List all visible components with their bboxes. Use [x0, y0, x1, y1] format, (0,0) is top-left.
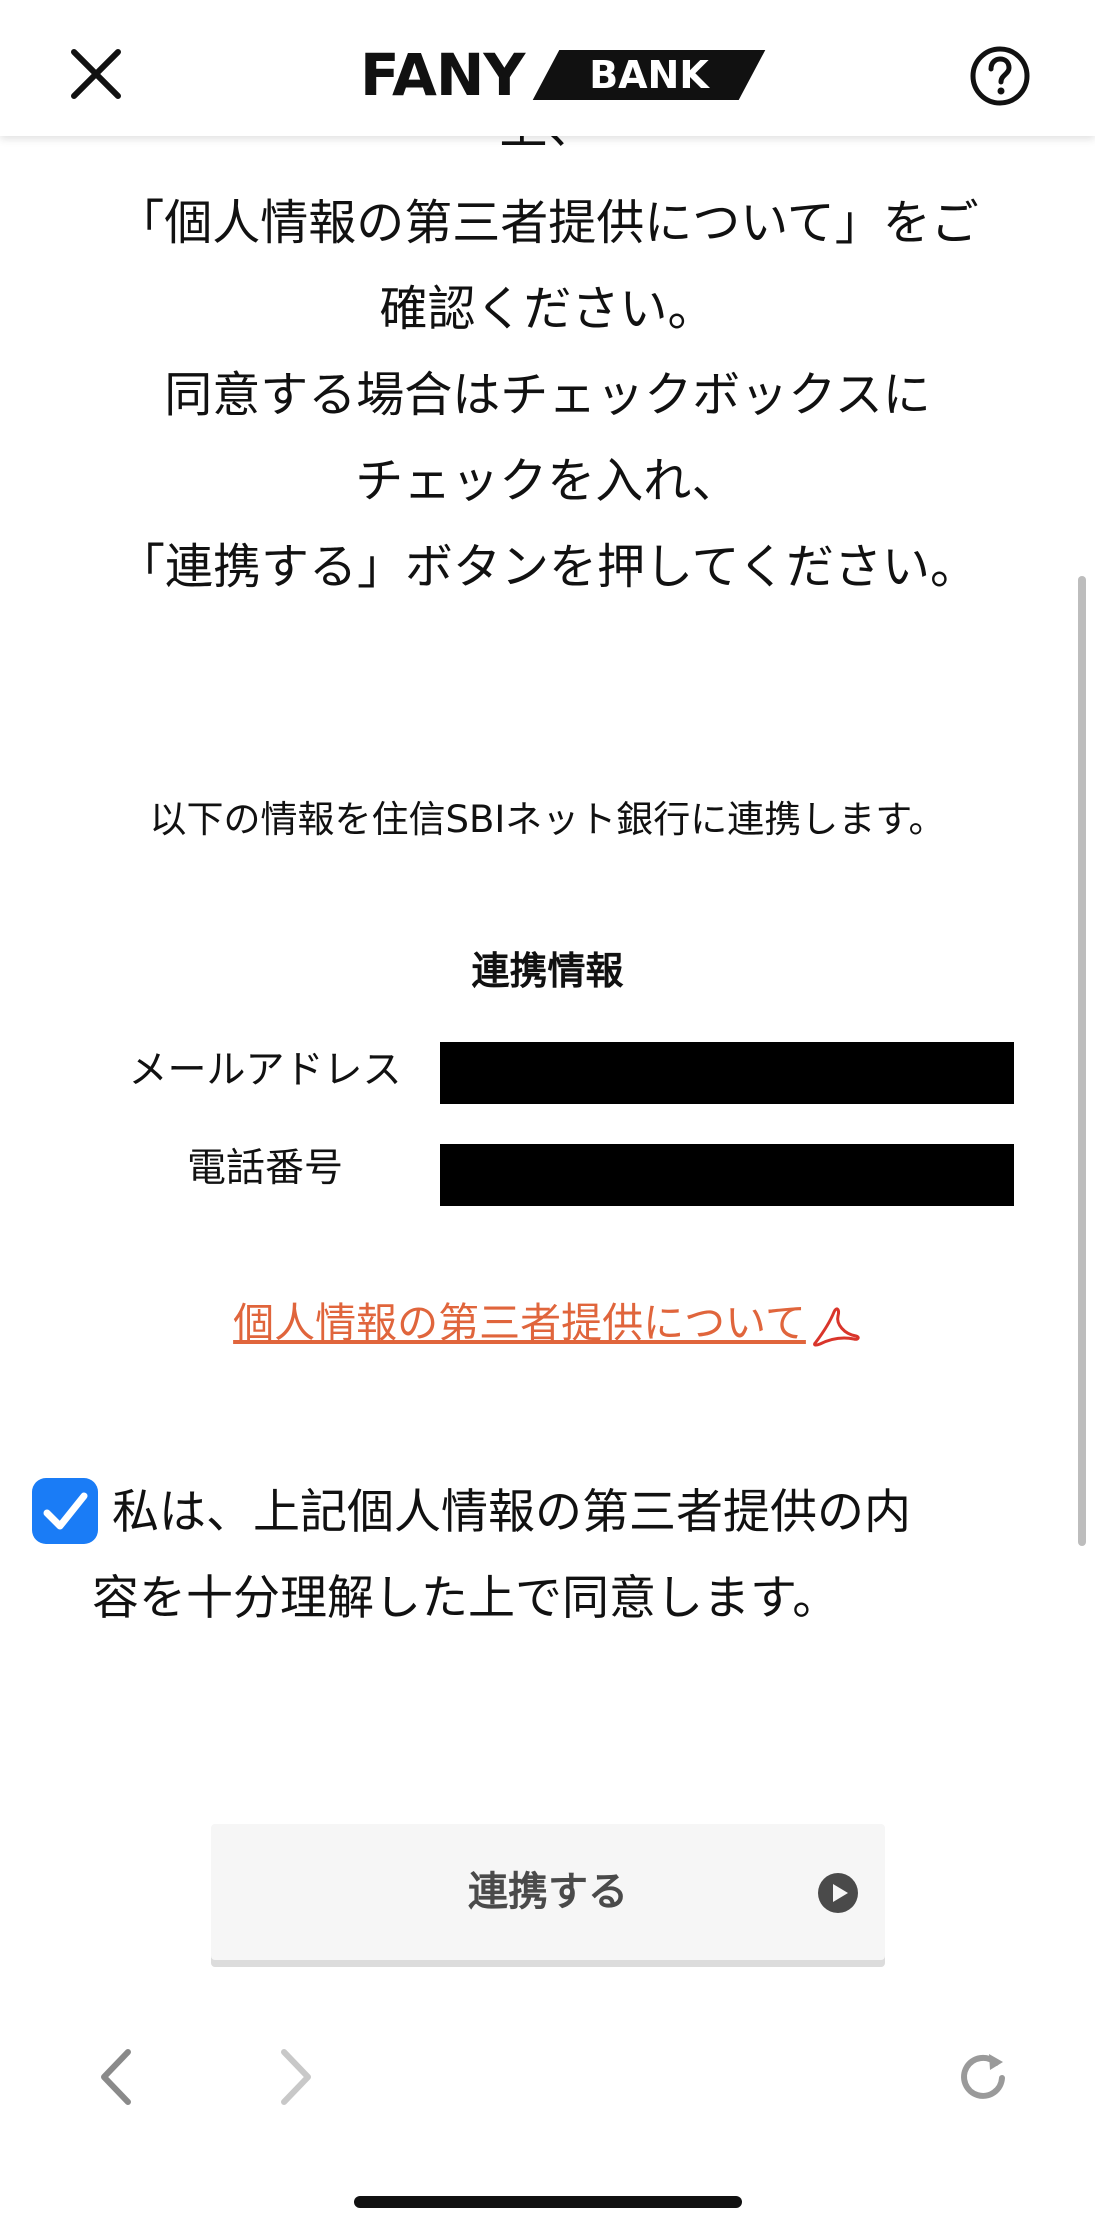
email-label: メールアドレス: [128, 1048, 402, 1093]
phone-value-redacted: [440, 1144, 1014, 1206]
consent-line: 容を十分理解した上で同意します。: [92, 1571, 840, 1626]
logo-fany-text: FANY: [360, 41, 525, 109]
pdf-icon: [813, 1307, 860, 1347]
email-value-redacted: [440, 1042, 1014, 1104]
fany-bank-logo: FANY BANK: [360, 41, 766, 109]
instruction-line: チェックを入れ、: [355, 453, 740, 509]
scrollbar[interactable]: [1078, 576, 1086, 1546]
logo-bank-text: BANK: [589, 53, 709, 97]
close-icon[interactable]: [66, 44, 126, 104]
instruction-line: 同意する場合はチェックボックスに: [164, 367, 931, 423]
instruction-line: 確認ください。: [379, 281, 716, 337]
instruction-text: 「個人情報の第三者提供について」をご 確認ください。 同意する場合はチェックボッ…: [40, 180, 1055, 610]
play-circle-icon: [818, 1873, 858, 1913]
link-info-title: 連携情報: [471, 949, 624, 993]
link-submit-button[interactable]: 連携する: [211, 1824, 885, 1960]
instruction-line: 「個人情報の第三者提供について」をご: [116, 195, 979, 251]
app-header: FANY BANK: [0, 0, 1095, 136]
third-party-provision-pdf-link[interactable]: 個人情報の第三者提供について: [0, 1296, 1095, 1350]
pdf-link-label: 個人情報の第三者提供について: [233, 1299, 806, 1347]
help-icon[interactable]: [968, 44, 1032, 108]
back-arrow-icon[interactable]: [90, 2044, 140, 2110]
consent-text: 私は、上記個人情報の第三者提供の内 容を十分理解した上で同意します。: [92, 1470, 1082, 1642]
intro-text: 以下の情報を住信SBIネット銀行に連携します。: [149, 798, 946, 841]
consent-checkbox[interactable]: [32, 1478, 98, 1544]
consent-line: 私は、上記個人情報の第三者提供の内: [112, 1485, 911, 1540]
home-indicator: [354, 2196, 742, 2208]
link-submit-label: 連携する: [468, 1869, 628, 1915]
reload-icon[interactable]: [956, 2048, 1012, 2106]
phone-label: 電話番号: [186, 1146, 343, 1191]
forward-arrow-icon[interactable]: [272, 2044, 322, 2110]
checkmark-icon: [43, 1492, 88, 1530]
instruction-line: 「連携する」ボタンを押してください。: [116, 539, 979, 595]
